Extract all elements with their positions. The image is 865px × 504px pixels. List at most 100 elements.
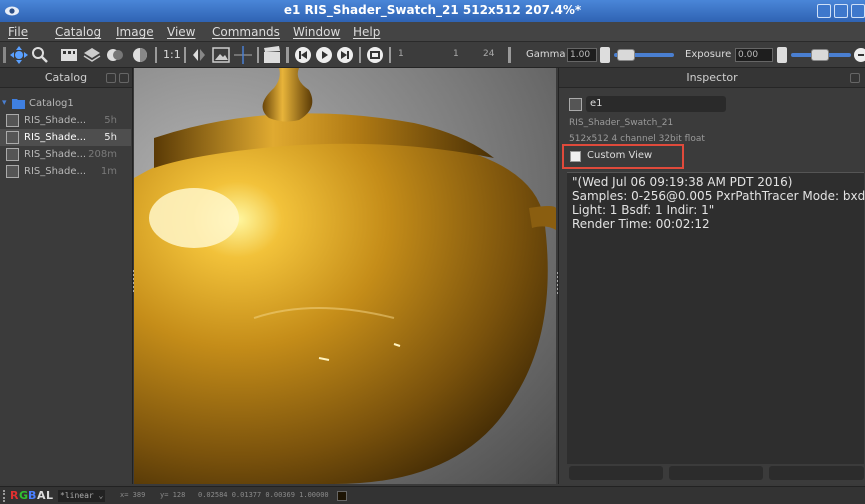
channel-blue-toggle[interactable]: B <box>28 489 36 502</box>
image-thumbnail-icon <box>569 98 582 111</box>
catalog-root[interactable]: ▾ Catalog1 <box>0 95 131 112</box>
catalog-item[interactable]: RIS_Shade... 208m <box>0 146 131 163</box>
menu-help[interactable]: Help <box>353 25 380 39</box>
catalog-item-age: 5h <box>104 115 117 126</box>
menu-image[interactable]: Image <box>116 25 154 39</box>
expand-arrow-icon[interactable]: ▾ <box>2 95 7 112</box>
pixel-values-readout: 0.02584 0.01377 0.00369 1.00000 <box>198 491 329 499</box>
rendered-teapot-image <box>134 68 556 484</box>
toolbar-separator <box>184 47 186 63</box>
catalog-panel: Catalog ▾ Catalog1 RIS_Shade... 5h RIS_S… <box>0 68 133 484</box>
play-icon[interactable] <box>315 46 333 64</box>
catalog-item-label: RIS_Shade... <box>24 115 87 126</box>
layers-icon[interactable] <box>83 46 101 64</box>
catalog-item-age: 208m <box>88 149 117 160</box>
compare-icon[interactable] <box>106 46 124 64</box>
flip-icon[interactable] <box>190 46 208 64</box>
gamma-slider-handle[interactable] <box>617 49 635 61</box>
image-thumbnail-icon <box>6 148 19 161</box>
shader-name-text: RIS_Shader_Swatch_21 <box>569 118 674 128</box>
zoom-icon[interactable] <box>31 46 49 64</box>
menu-window[interactable]: Window <box>293 25 340 39</box>
image-thumbnail-icon <box>6 165 19 178</box>
exposure-slider-handle[interactable] <box>811 49 829 61</box>
reset-exposure-icon[interactable] <box>852 46 865 64</box>
catalog-item-label: RIS_Shade... <box>24 132 87 143</box>
menu-bar: File Catalog Image View Commands Window … <box>0 22 865 42</box>
exposure-field[interactable]: 0.00 <box>735 48 773 62</box>
catalog-panel-title: Catalog <box>44 71 88 84</box>
image-icon[interactable] <box>212 46 230 64</box>
channel-alpha-toggle[interactable]: A <box>37 489 46 502</box>
first-frame-icon[interactable] <box>294 46 312 64</box>
loop-icon[interactable] <box>366 46 384 64</box>
catalog-item-age: 1m <box>100 166 117 177</box>
custom-view-label: Custom View <box>587 150 653 161</box>
status-bar: R G B A L *linear ⌄ x= 389 y= 128 0.0258… <box>0 486 865 504</box>
channel-luminance-toggle[interactable]: L <box>46 489 53 502</box>
inspector-action-button[interactable] <box>769 466 864 480</box>
channel-red-toggle[interactable]: R <box>10 489 18 502</box>
film-strip-icon[interactable] <box>60 46 78 64</box>
clapperboard-icon[interactable] <box>263 46 281 64</box>
folder-icon <box>12 99 25 109</box>
toolbar: 1:1 1 1 24 Gamma 1.00 Exposure 0.00 <box>0 42 865 68</box>
inspector-panel-title: Inspector <box>686 71 738 84</box>
inspector-panel-header: Inspector <box>559 68 865 88</box>
gamma-spinner[interactable] <box>600 47 610 63</box>
gamma-field[interactable]: 1.00 <box>567 48 597 62</box>
toolbar-separator <box>389 47 391 63</box>
frame-current-field[interactable]: 1 <box>453 49 459 59</box>
frame-start-field[interactable]: 1 <box>398 49 404 59</box>
custom-view-checkbox[interactable] <box>570 151 581 162</box>
custom-view-highlight[interactable]: Custom View <box>562 144 684 169</box>
close-button[interactable] <box>851 4 865 18</box>
menu-file[interactable]: File <box>8 25 28 39</box>
float-panel-icon[interactable] <box>850 73 860 83</box>
status-grip <box>3 490 7 502</box>
pixel-color-swatch <box>337 491 347 501</box>
channel-green-toggle[interactable]: G <box>19 489 28 502</box>
last-frame-icon[interactable] <box>336 46 354 64</box>
catalog-item-label: RIS_Shade... <box>24 149 87 160</box>
chevron-down-icon: ⌄ <box>98 491 104 500</box>
exposure-spinner[interactable] <box>777 47 787 63</box>
menu-commands[interactable]: Commands <box>212 25 280 39</box>
crosshair-icon[interactable] <box>234 46 252 64</box>
notes-line: "(Wed Jul 06 09:19:38 AM PDT 2016) <box>572 175 793 189</box>
float-panel-icon[interactable] <box>106 73 116 83</box>
notes-line: Samples: 0-256@0.005 PxrPathTracer Mode:… <box>572 189 865 203</box>
exposure-label: Exposure <box>685 49 732 60</box>
catalog-item[interactable]: RIS_Shade... 1m <box>0 163 131 180</box>
image-format-text: 512x512 4 channel 32bit float <box>569 134 705 144</box>
image-thumbnail-icon <box>6 131 19 144</box>
frame-end-field[interactable]: 24 <box>483 49 494 59</box>
gamma-label: Gamma <box>526 49 566 60</box>
pan-icon[interactable] <box>10 46 28 64</box>
toolbar-separator <box>508 47 511 63</box>
zoom-one-to-one-button[interactable]: 1:1 <box>163 48 181 61</box>
menu-catalog[interactable]: Catalog <box>55 25 101 39</box>
window-titlebar: e1 RIS_Shader_Swatch_21 512x512 207.4%* <box>0 0 865 22</box>
catalog-item-selected[interactable]: RIS_Shade... 5h <box>0 129 131 146</box>
close-panel-icon[interactable] <box>119 73 129 83</box>
menu-view[interactable]: View <box>167 25 195 39</box>
catalog-item-label: RIS_Shade... <box>24 166 87 177</box>
maximize-button[interactable] <box>834 4 848 18</box>
notes-line: Light: 1 Bsdf: 1 Indir: 1" <box>572 203 715 217</box>
catalog-item[interactable]: RIS_Shade... 5h <box>0 112 131 129</box>
render-notes-textarea[interactable]: "(Wed Jul 06 09:19:38 AM PDT 2016) Sampl… <box>567 172 865 464</box>
inspector-action-button[interactable] <box>569 466 663 480</box>
image-viewport[interactable] <box>134 68 556 484</box>
minimize-button[interactable] <box>817 4 831 18</box>
toolbar-separator <box>286 47 289 63</box>
toolbar-separator <box>257 47 259 63</box>
window-title: e1 RIS_Shader_Swatch_21 512x512 207.4%* <box>283 3 582 17</box>
color-mode-dropdown[interactable]: *linear ⌄ <box>58 490 106 502</box>
image-name-field[interactable]: e1 <box>586 96 726 112</box>
cursor-y-readout: y= 128 <box>160 491 186 499</box>
channel-icon[interactable] <box>131 46 149 64</box>
inspector-action-button[interactable] <box>669 466 763 480</box>
toolbar-separator <box>359 47 361 63</box>
image-thumbnail-icon <box>6 114 19 127</box>
